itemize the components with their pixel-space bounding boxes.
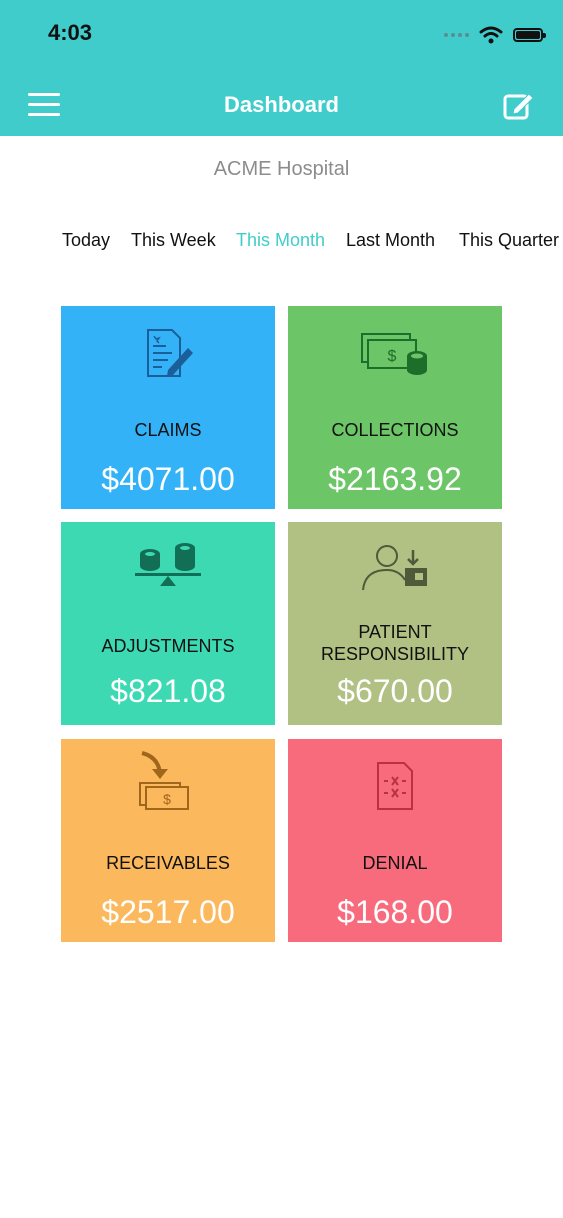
tab-this-quarter[interactable]: This Quarter [459, 230, 559, 251]
denial-label: DENIAL [362, 853, 428, 873]
receivables-value: $2517.00 [101, 894, 235, 930]
page-title: Dashboard [224, 92, 339, 117]
edit-icon [503, 93, 534, 120]
claims-label: CLAIMS [134, 420, 202, 440]
patient-responsibility-tile[interactable]: PATIENT RESPONSIBILITY $670.00 [288, 522, 502, 725]
app-header: 4:03 Dashboard [0, 0, 563, 136]
tab-this-week[interactable]: This Week [131, 230, 216, 251]
collections-label: COLLECTIONS [331, 420, 459, 440]
denied-document-icon [288, 759, 502, 819]
patient-wallet-icon [288, 542, 502, 602]
tab-last-month[interactable]: Last Month [346, 230, 435, 251]
cash-coins-icon: $ [288, 326, 502, 386]
wifi-icon [479, 26, 503, 44]
tab-this-month[interactable]: This Month [236, 230, 325, 251]
denial-tile[interactable]: DENIAL $168.00 [288, 739, 502, 942]
document-pen-icon [61, 326, 275, 386]
denial-value: $168.00 [337, 894, 453, 930]
tab-today[interactable]: Today [62, 230, 110, 251]
collections-tile[interactable]: $ COLLECTIONS $2163.92 [288, 306, 502, 509]
claims-value: $4071.00 [101, 461, 235, 497]
collections-value: $2163.92 [328, 461, 462, 497]
patient-responsibility-label: PATIENT RESPONSIBILITY [320, 622, 470, 664]
period-tabs: Today This Week This Month Last Month Th… [0, 230, 563, 260]
claims-tile[interactable]: CLAIMS $4071.00 [61, 306, 275, 509]
adjustments-value: $821.08 [110, 673, 226, 709]
edit-button[interactable] [502, 89, 536, 123]
svg-text:$: $ [388, 348, 397, 365]
adjustments-label: ADJUSTMENTS [101, 636, 235, 656]
adjustments-tile[interactable]: ADJUSTMENTS $821.08 [61, 522, 275, 725]
patient-responsibility-value: $670.00 [337, 673, 453, 709]
balance-coins-icon [61, 542, 275, 602]
receivables-tile[interactable]: $ RECEIVABLES $2517.00 [61, 739, 275, 942]
battery-icon [513, 28, 546, 42]
svg-text:$: $ [163, 791, 171, 807]
status-time: 4:03 [48, 20, 93, 45]
signal-dots-icon [444, 33, 469, 37]
incoming-cash-icon: $ [61, 749, 275, 810]
organization-name: ACME Hospital [213, 158, 350, 180]
receivables-label: RECEIVABLES [106, 853, 230, 873]
status-icons [444, 26, 546, 44]
